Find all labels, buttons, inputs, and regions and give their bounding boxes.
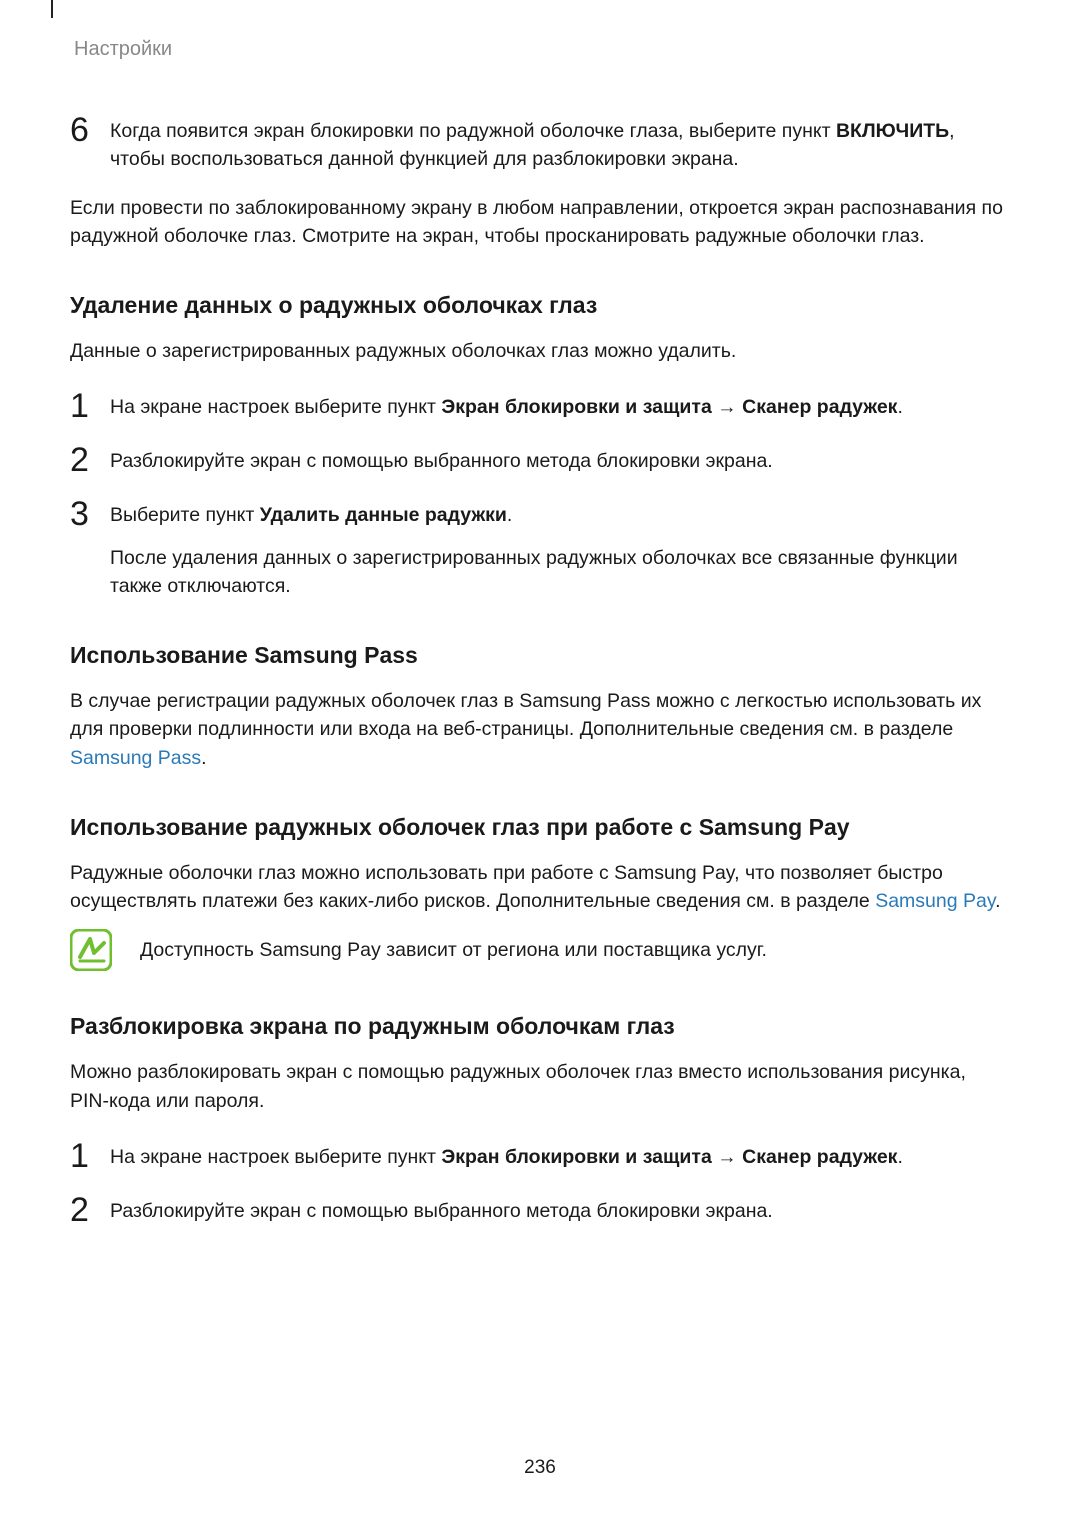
step-2: 2 Разблокируйте экран с помощью выбранно… xyxy=(70,1193,1010,1227)
text: . xyxy=(897,396,902,418)
text: → xyxy=(712,396,742,418)
page-header: Настройки xyxy=(70,38,1010,61)
paragraph: Если провести по заблокированному экрану… xyxy=(70,194,1010,251)
text: → xyxy=(712,1146,742,1168)
step-number: 3 xyxy=(70,497,94,600)
link-samsung-pass[interactable]: Samsung Pass xyxy=(70,747,201,769)
step-number: 1 xyxy=(70,1139,94,1173)
text-bold: Удалить данные радужки xyxy=(260,504,507,526)
text-bold: Сканер радужек xyxy=(742,1146,897,1168)
text: На экране настроек выберите пункт xyxy=(110,396,441,418)
note-icon xyxy=(70,929,112,971)
step-number: 1 xyxy=(70,389,94,423)
paragraph: Можно разблокировать экран с помощью рад… xyxy=(70,1058,1010,1115)
text-bold: Экран блокировки и защита xyxy=(441,396,711,418)
step-2: 2 Разблокируйте экран с помощью выбранно… xyxy=(70,443,1010,477)
step-body: Выберите пункт Удалить данные радужки. П… xyxy=(110,497,1010,600)
text: В случае регистрации радужных оболочек г… xyxy=(70,690,981,740)
step-number: 2 xyxy=(70,1193,94,1227)
step-body: На экране настроек выберите пункт Экран … xyxy=(110,389,1010,423)
text: Выберите пункт xyxy=(110,504,260,526)
text: . xyxy=(897,1146,902,1168)
step-body: Когда появится экран блокировки по радуж… xyxy=(110,113,1010,174)
text: Когда появится экран блокировки по радуж… xyxy=(110,120,836,142)
page-crop-mark xyxy=(51,0,53,18)
step-1: 1 На экране настроек выберите пункт Экра… xyxy=(70,389,1010,423)
text: . xyxy=(201,747,206,769)
text-bold: Экран блокировки и защита xyxy=(441,1146,711,1168)
heading-samsung-pay: Использование радужных оболочек глаз при… xyxy=(70,814,1010,841)
note-row: Доступность Samsung Pay зависит от регио… xyxy=(70,929,1010,971)
text: На экране настроек выберите пункт xyxy=(110,1146,441,1168)
note-text: Доступность Samsung Pay зависит от регио… xyxy=(140,936,767,964)
step-body: Разблокируйте экран с помощью выбранного… xyxy=(110,443,1010,477)
heading-unlock-iris: Разблокировка экрана по радужным оболочк… xyxy=(70,1013,1010,1040)
link-samsung-pay[interactable]: Samsung Pay xyxy=(875,890,995,912)
step-6: 6 Когда появится экран блокировки по рад… xyxy=(70,113,1010,174)
paragraph: После удаления данных о зарегистрированн… xyxy=(110,544,1010,601)
paragraph: Радужные оболочки глаз можно использоват… xyxy=(70,859,1010,916)
text: . xyxy=(995,890,1000,912)
step-1: 1 На экране настроек выберите пункт Экра… xyxy=(70,1139,1010,1173)
paragraph: В случае регистрации радужных оболочек г… xyxy=(70,687,1010,772)
page-number: 236 xyxy=(0,1457,1080,1479)
heading-delete-iris: Удаление данных о радужных оболочках гла… xyxy=(70,292,1010,319)
paragraph: Данные о зарегистрированных радужных обо… xyxy=(70,337,1010,365)
step-body: На экране настроек выберите пункт Экран … xyxy=(110,1139,1010,1173)
step-body: Разблокируйте экран с помощью выбранного… xyxy=(110,1193,1010,1227)
text-bold: ВКЛЮЧИТЬ xyxy=(836,120,949,142)
text-bold: Сканер радужек xyxy=(742,396,897,418)
step-number: 2 xyxy=(70,443,94,477)
step-number: 6 xyxy=(70,113,94,174)
text: . xyxy=(507,504,512,526)
text: Радужные оболочки глаз можно использоват… xyxy=(70,862,943,912)
heading-samsung-pass: Использование Samsung Pass xyxy=(70,642,1010,669)
step-3: 3 Выберите пункт Удалить данные радужки.… xyxy=(70,497,1010,600)
